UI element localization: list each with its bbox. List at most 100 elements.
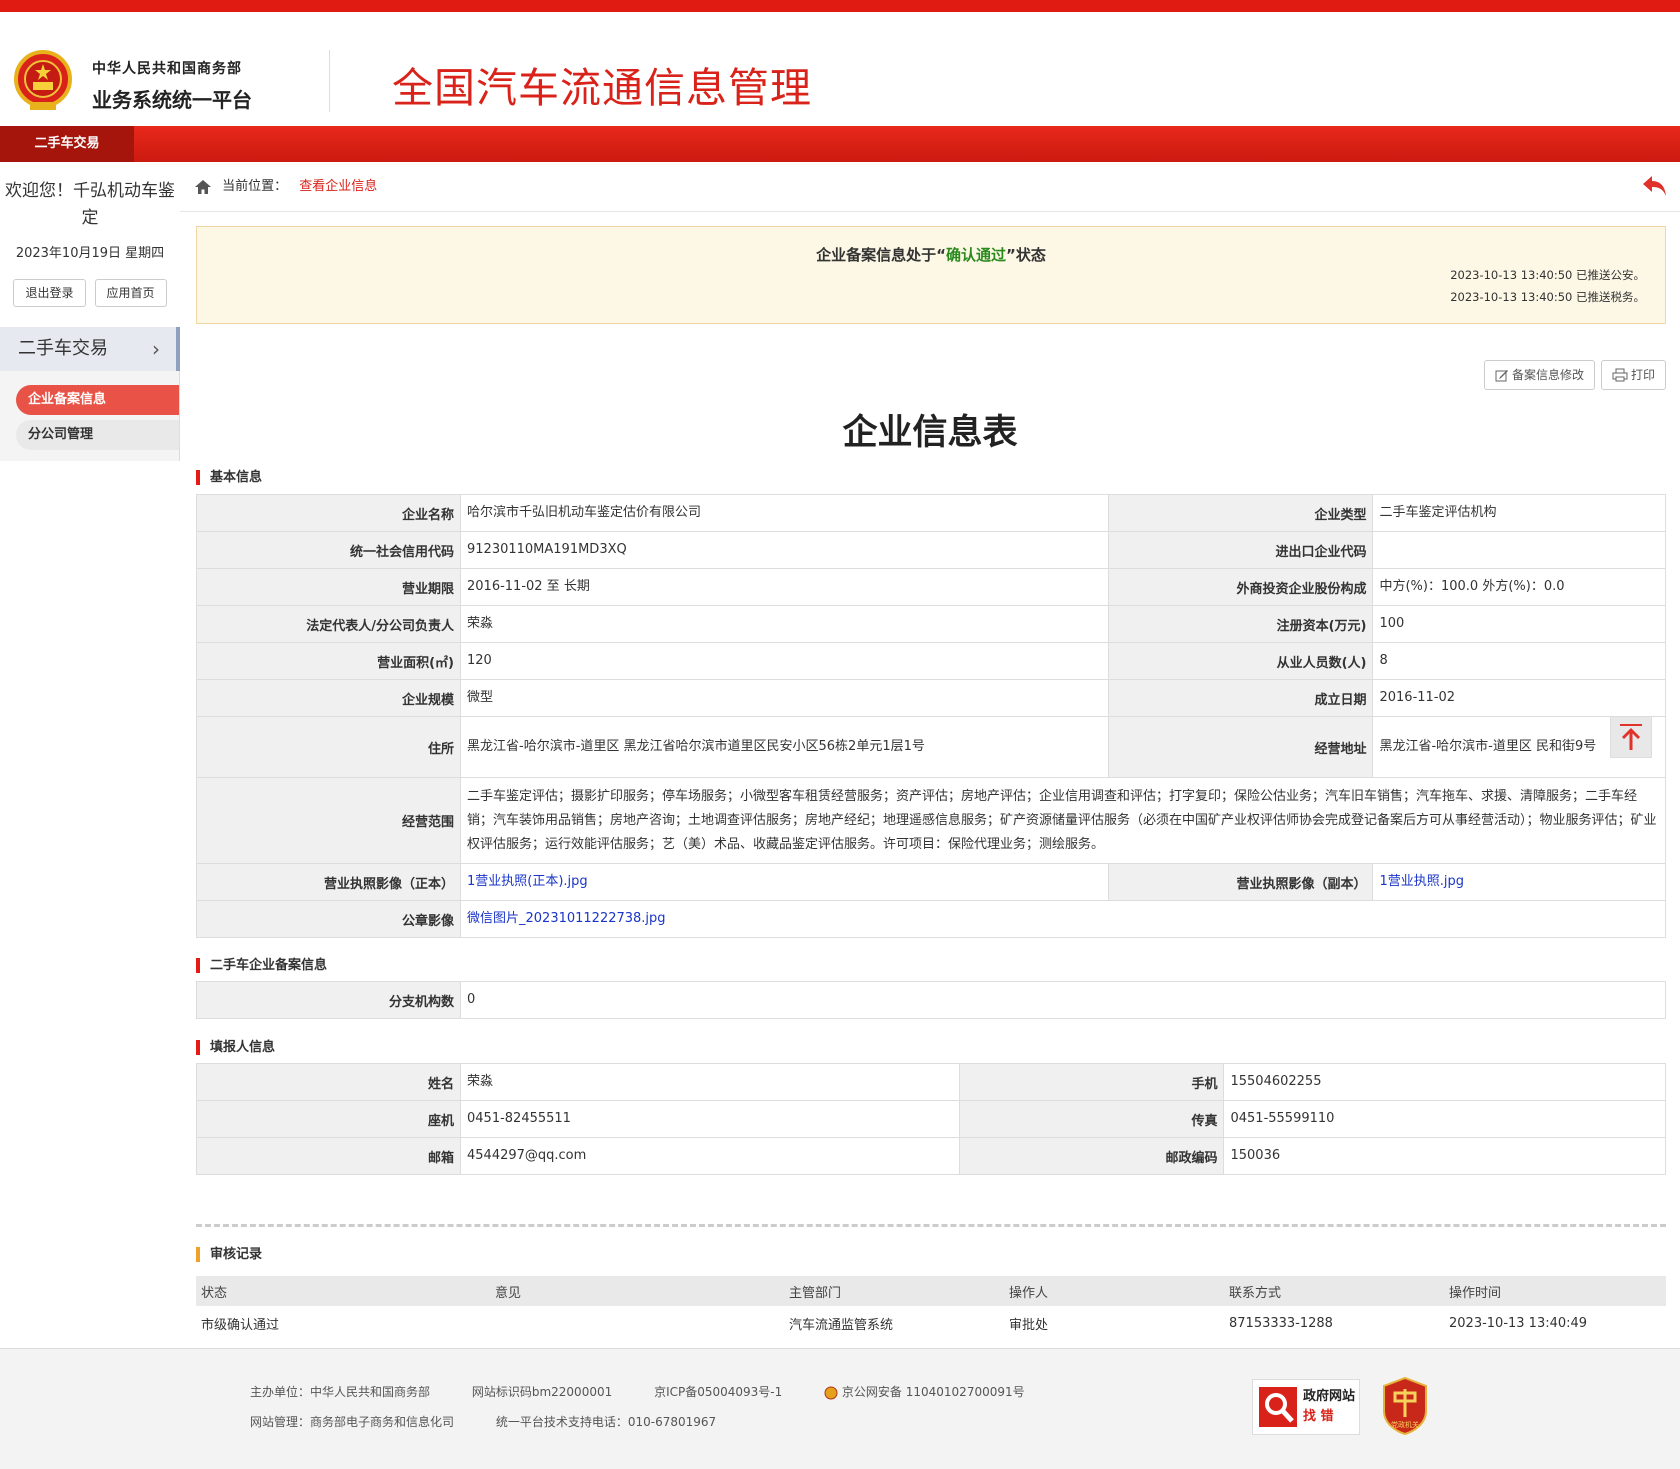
magnifier-icon [1259,1387,1297,1427]
breadcrumb-current[interactable]: 查看企业信息 [299,179,377,194]
field-label: 公章影像 [196,900,461,938]
share-structure-value: 中方(%)：100.0 外方(%)：0.0 [1372,568,1666,606]
sidebar-item-enterprise-filing[interactable]: 企业备案信息 [16,385,179,415]
field-label: 企业类型 [1108,494,1374,532]
footer-support: 统一平台技术支持电话：010-67801967 [495,1415,717,1429]
field-label: 营业执照影像（副本） [1108,863,1374,901]
edit-filing-label: 备案信息修改 [1511,368,1584,382]
audit-col-operator: 操作人 [1004,1276,1224,1306]
section-used-car-filing: 二手车企业备案信息 [196,958,327,973]
field-label: 手机 [959,1063,1225,1101]
system-title: 全国汽车流通信息管理 [392,64,812,112]
filing-status-value: 确认通过 [945,246,1006,264]
main-content: 当前位置： 查看企业信息 企业备案信息处于“确认通过”状态 2023-10-13… [180,162,1680,1333]
platform-name: 业务系统统一平台 [92,88,252,112]
filler-tel-value: 0451-82455511 [459,1100,961,1138]
filler-email-value: 4544297@qq.com [459,1137,961,1175]
field-label: 进出口企业代码 [1108,531,1374,569]
nav-tab-used-car-trade[interactable]: 二手车交易 [0,126,134,162]
footer-icp[interactable]: 京ICP备05004093号-1 [654,1385,782,1399]
sidebar: 欢迎您！千弘机动车鉴定 2023年10月19日 星期四 退出登录 应用首页 二手… [0,162,180,461]
field-label: 营业面积(㎡) [196,642,461,680]
basic-info-table: 企业名称 哈尔滨市千弘旧机动车鉴定估价有限公司 企业类型 二手车鉴定评估机构 统… [196,494,1666,938]
party-gov-organ-badge-icon[interactable]: 党政机关 [1382,1377,1428,1435]
field-label: 统一社会信用代码 [196,531,461,569]
filler-name-value: 荣淼 [459,1063,961,1101]
header-divider [329,50,330,112]
print-label: 打印 [1630,368,1655,382]
edit-filing-button[interactable]: 备案信息修改 [1483,360,1595,390]
audit-col-status: 状态 [196,1276,490,1306]
license-copy-link[interactable]: 1营业执照.jpg [1379,874,1464,889]
field-label: 经营范围 [196,777,461,864]
form-title: 企业信息表 [842,413,1018,453]
footer-manager: 网站管理：商务部电子商务和信息化司 [250,1415,455,1429]
field-label: 姓名 [196,1063,461,1101]
zhaocuo-label-2: 找 错 [1303,1409,1334,1424]
top-accent-bar [0,0,1680,12]
audit-status-cell: 市级确认通过 [201,1317,280,1333]
audit-contact-cell: 87153333-1288 [1229,1315,1333,1331]
footer-row-1: 主办单位：中华人民共和国商务部 网站标识码bm22000001 京ICP备050… [250,1383,1063,1400]
field-label: 邮箱 [196,1137,461,1175]
field-label: 营业期限 [196,568,461,606]
welcome-text: 欢迎您！千弘机动车鉴定 [5,181,175,228]
import-export-code-value [1372,531,1666,569]
section-audit-records: 审核记录 [196,1247,262,1262]
business-term-value: 2016-11-02 至 长期 [459,568,1110,606]
field-label: 注册资本(万元) [1108,605,1374,643]
field-label: 传真 [959,1100,1225,1138]
legal-rep-value: 荣淼 [459,605,1110,643]
field-label: 分支机构数 [196,981,461,1019]
print-button[interactable]: 打印 [1600,360,1666,390]
police-badge-icon [824,1386,838,1399]
back-to-top-button[interactable] [1610,716,1652,758]
footer-row-2: 网站管理：商务部电子商务和信息化司 统一平台技术支持电话：010-6780196… [250,1413,754,1430]
footer-site-id: 网站标识码bm22000001 [471,1385,613,1399]
toolbar: 备案信息修改 打印 [1483,360,1666,390]
field-label: 企业规模 [196,679,461,717]
filing-status-notice: 企业备案信息处于“确认通过”状态 2023-10-13 13:40:50 已推送… [196,226,1666,324]
section-basic-info: 基本信息 [196,470,262,485]
push-log-police: 2023-10-13 13:40:50 已推送公安。 [1450,268,1645,282]
filing-status-message: 企业备案信息处于“确认通过”状态 [816,246,1046,264]
table-row: 市级确认通过 汽车流通监管系统 审批处 87153333-1288 2023-1… [196,1306,1666,1340]
app-home-button[interactable]: 应用首页 [94,279,167,307]
current-date: 2023年10月19日 星期四 [15,246,165,261]
header: 中华人民共和国商务部 业务系统统一平台 全国汽车流通信息管理 [0,12,1680,126]
used-car-filing-table: 分支机构数 0 [196,981,1666,1019]
badge-text: 党政机关 [1391,1420,1419,1429]
logout-button[interactable]: 退出登录 [13,279,86,307]
filler-fax-value: 0451-55599110 [1223,1100,1666,1138]
footer: 主办单位：中华人民共和国商务部 网站标识码bm22000001 京ICP备050… [0,1348,1680,1469]
sidebar-list: 企业备案信息 分公司管理 [0,371,180,461]
audit-table: 状态 意见 主管部门 操作人 联系方式 操作时间 市级确认通过 汽车流通监管系统… [196,1276,1666,1340]
business-area-value: 120 [459,642,1110,680]
filler-info-table: 姓名 荣淼 手机 15504602255 座机 0451-82455511 传真… [196,1063,1666,1175]
field-label: 经营地址 [1108,716,1374,778]
sidebar-group-label: 二手车交易 [18,338,108,359]
license-original-link[interactable]: 1营业执照(正本).jpg [467,874,588,889]
audit-opinion-cell [490,1306,784,1340]
sidebar-group-used-car[interactable]: 二手车交易 › [0,327,180,371]
field-label: 邮政编码 [959,1137,1225,1175]
breadcrumb: 当前位置： 查看企业信息 [180,162,1680,212]
founding-date-value: 2016-11-02 [1372,679,1666,717]
back-arrow-icon[interactable] [1642,174,1668,198]
printer-icon [1612,368,1628,382]
branch-count-value: 0 [460,981,1666,1019]
gov-site-report-error-link[interactable]: 政府网站 找 错 [1252,1379,1360,1435]
nav-bar: 二手车交易 [0,126,1680,162]
field-label: 住所 [196,716,461,778]
audit-col-department: 主管部门 [784,1276,1004,1306]
filler-zip-value: 150036 [1223,1137,1666,1175]
field-label: 从业人员数(人) [1108,642,1374,680]
enterprise-name-value: 哈尔滨市千弘旧机动车鉴定估价有限公司 [459,494,1110,532]
audit-operator-cell: 审批处 [1009,1317,1049,1333]
audit-col-contact: 联系方式 [1224,1276,1444,1306]
section-filler-info: 填报人信息 [196,1040,275,1055]
footer-police[interactable]: 京公网安备 11040102700091号 [842,1385,1025,1399]
sidebar-item-branch-management[interactable]: 分公司管理 [16,420,179,450]
seal-image-link[interactable]: 微信图片_20231011222738.jpg [467,911,666,926]
edit-icon [1495,370,1508,382]
